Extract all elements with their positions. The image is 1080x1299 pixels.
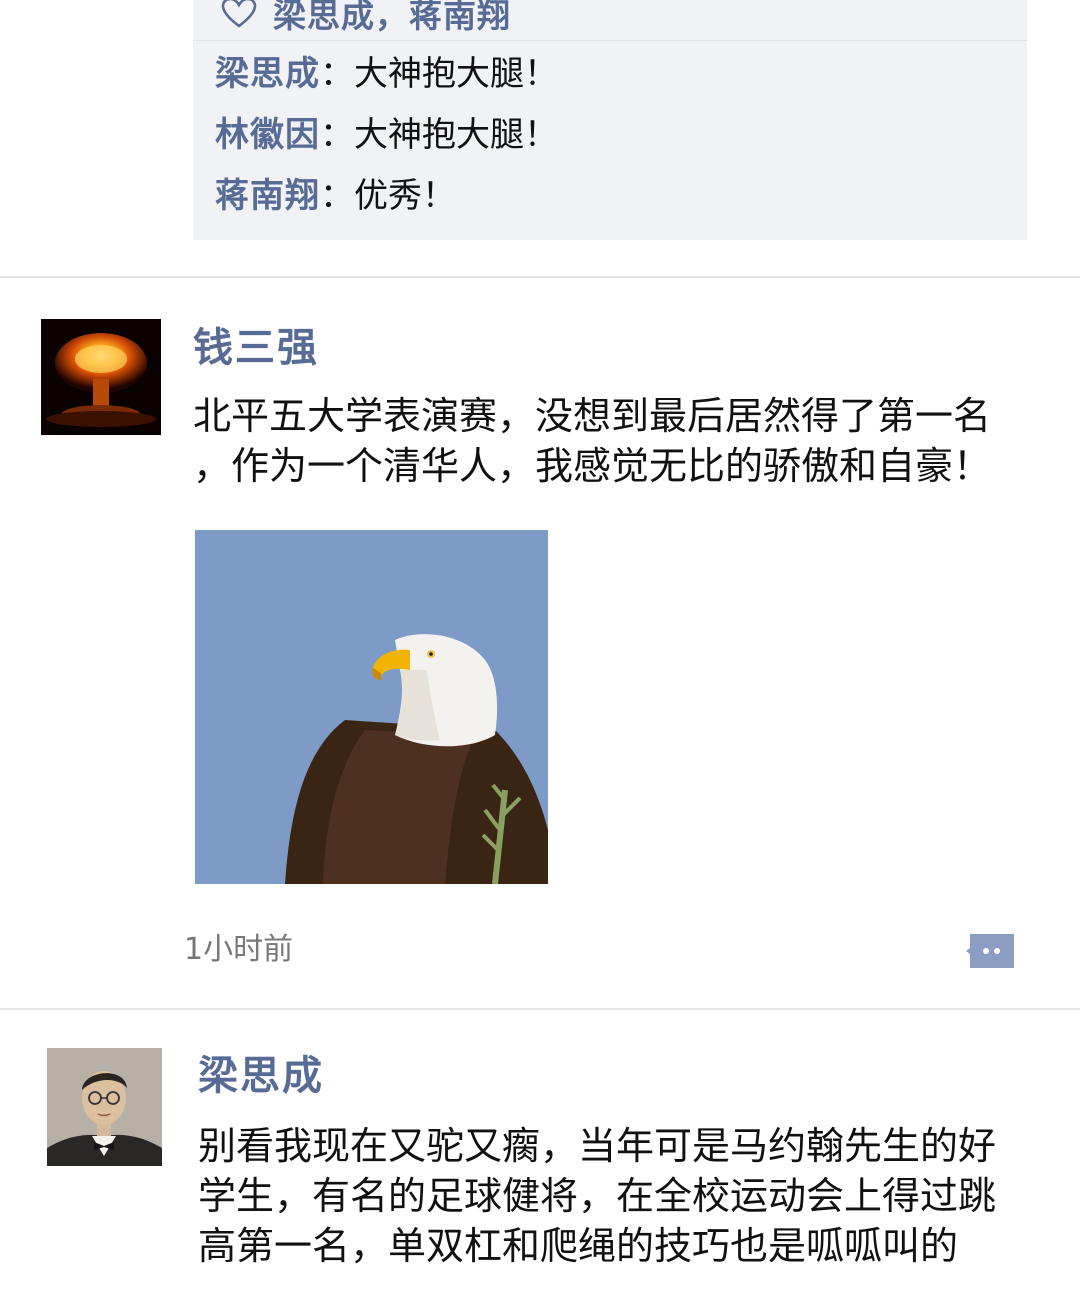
likes-row: 梁思成，蒋南翔 bbox=[193, 0, 1027, 41]
avatar[interactable] bbox=[41, 319, 161, 435]
comment-author[interactable]: 林徽因 bbox=[215, 115, 320, 155]
portrait-avatar-icon bbox=[47, 1048, 162, 1166]
post-author[interactable]: 钱三强 bbox=[193, 323, 319, 373]
comment-row[interactable]: 蒋南翔：优秀！ bbox=[215, 172, 456, 220]
post-text-line: ，作为一个清华人，我感觉无比的骄傲和自豪！ bbox=[193, 444, 992, 488]
comment-separator: ： bbox=[320, 176, 354, 216]
comment-row[interactable]: 梁思成：大神抱大腿！ bbox=[215, 50, 558, 98]
avatar[interactable] bbox=[47, 1048, 162, 1166]
post-text-line: 别看我现在又驼又瘸，当年可是马约翰先生的好 bbox=[198, 1124, 997, 1168]
eagle-photo-icon bbox=[195, 530, 548, 884]
comment-separator: ： bbox=[320, 54, 354, 94]
likes-names[interactable]: 梁思成，蒋南翔 bbox=[273, 0, 511, 37]
comment-icon[interactable] bbox=[966, 932, 1016, 970]
post-image[interactable] bbox=[195, 530, 548, 884]
comment-separator: ： bbox=[320, 115, 354, 155]
explosion-avatar-icon bbox=[41, 319, 161, 435]
comment-author[interactable]: 蒋南翔 bbox=[215, 176, 320, 216]
comment-box: 梁思成，蒋南翔 梁思成：大神抱大腿！ 林徽因：大神抱大腿！ 蒋南翔：优秀！ bbox=[193, 0, 1027, 240]
post-text-line: 高第一名，单双杠和爬绳的技巧也是呱呱叫的 bbox=[198, 1224, 959, 1268]
comment-row[interactable]: 林徽因：大神抱大腿！ bbox=[215, 111, 558, 159]
comment-author[interactable]: 梁思成 bbox=[215, 54, 320, 94]
post-divider bbox=[0, 276, 1080, 278]
comment-text: 大神抱大腿！ bbox=[354, 115, 558, 155]
post-text-line: 学生，有名的足球健将，在全校运动会上得过跳 bbox=[198, 1174, 997, 1218]
comment-text: 优秀！ bbox=[354, 176, 456, 216]
post-time: 1小时前 bbox=[184, 932, 294, 967]
heart-icon bbox=[221, 0, 257, 28]
post-author[interactable]: 梁思成 bbox=[198, 1051, 324, 1101]
post-text-line: 北平五大学表演赛，没想到最后居然得了第一名 bbox=[193, 394, 992, 438]
comment-text: 大神抱大腿！ bbox=[354, 54, 558, 94]
post-divider bbox=[0, 1008, 1080, 1010]
